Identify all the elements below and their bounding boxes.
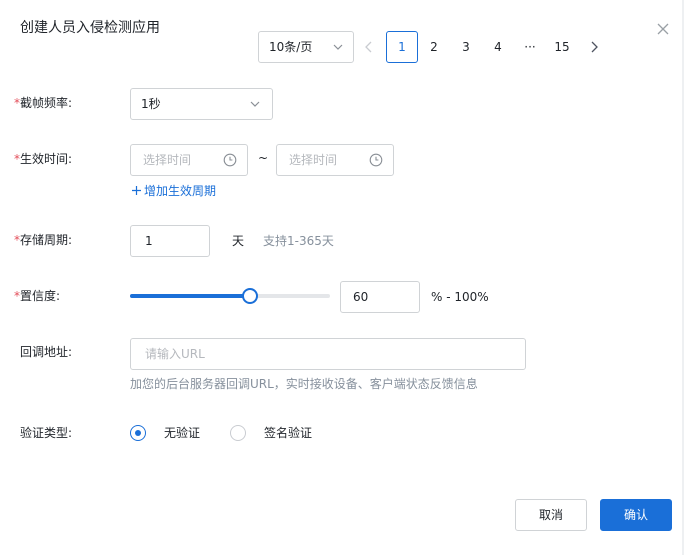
confidence-suffix: % - 100% [431,290,489,304]
page-ellipsis[interactable]: ··· [514,31,546,63]
end-time-picker[interactable]: 选择时间 [276,144,394,176]
page-4[interactable]: 4 [482,31,514,63]
cancel-button[interactable]: 取消 [515,499,587,531]
confidence-slider-handle[interactable] [242,288,258,304]
frame-rate-value: 1秒 [141,97,161,111]
storage-input[interactable]: 1 [130,225,210,257]
callback-url-input[interactable]: 请输入URL [130,338,526,370]
storage-hint: 支持1-365天 [263,234,334,248]
start-time-picker[interactable]: 选择时间 [130,144,248,176]
confidence-slider-fill [130,294,250,298]
next-page-icon[interactable] [589,41,599,53]
frame-rate-select[interactable]: 1秒 [130,88,273,120]
end-time-placeholder: 选择时间 [289,153,338,167]
chevron-down-icon [333,44,343,50]
radio-no-auth[interactable] [130,425,146,441]
time-range-separator: ~ [258,151,269,165]
confidence-label: * 置信度: [14,289,61,303]
auth-type-label: 验证类型: [20,426,73,440]
radio-signature-auth[interactable] [230,425,246,441]
storage-unit: 天 [232,234,245,248]
confidence-input[interactable]: 60 [340,281,420,313]
page-size-label: 10条/页 [269,40,313,54]
frame-rate-label: * 截帧频率: [14,96,73,110]
add-period-link[interactable]: 增加生效周期 [131,183,216,199]
clock-icon [223,153,237,167]
page-2[interactable]: 2 [418,31,450,63]
effective-time-label: * 生效时间: [14,152,73,166]
clock-icon [369,153,383,167]
page-15[interactable]: 15 [546,31,578,63]
dialog-title: 创建人员入侵检测应用 [20,20,160,36]
confirm-button[interactable]: 确认 [600,499,672,531]
plus-icon [132,186,141,195]
callback-label: 回调地址: [20,345,73,359]
radio-signature-auth-label[interactable]: 签名验证 [264,425,312,441]
page-3[interactable]: 3 [450,31,482,63]
callback-hint: 加您的后台服务器回调URL，实时接收设备、客户端状态反馈信息 [130,377,478,391]
radio-no-auth-label[interactable]: 无验证 [164,425,200,441]
page-1[interactable]: 1 [386,31,418,63]
page-size-select[interactable]: 10条/页 [258,31,354,63]
prev-page-icon[interactable] [364,41,374,53]
close-icon[interactable] [656,22,670,36]
chevron-down-icon [250,101,260,107]
storage-label: * 存储周期: [14,233,73,247]
start-time-placeholder: 选择时间 [143,153,192,167]
